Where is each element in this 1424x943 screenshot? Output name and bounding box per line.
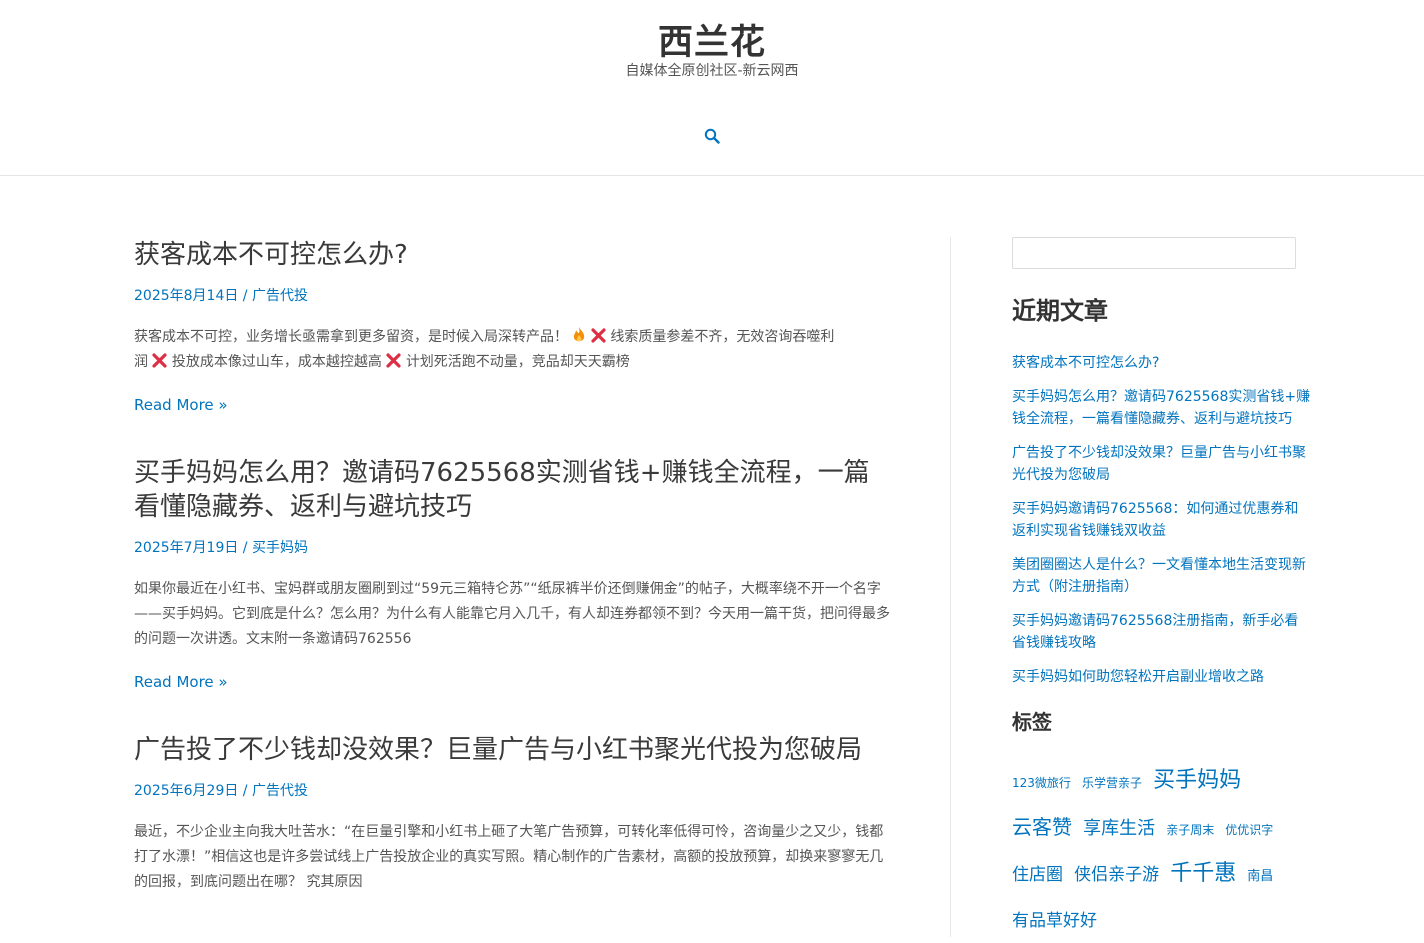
list-item: 广告投了不少钱却没效果？巨量广告与小红书聚光代投为您破局 [1012, 442, 1312, 486]
search-icon[interactable] [700, 124, 724, 148]
list-item: 买手妈妈邀请码7625568：如何通过优惠券和返利实现省钱赚钱双收益 [1012, 498, 1312, 542]
recent-post-link[interactable]: 买手妈妈如何助您轻松开启副业增收之路 [1012, 669, 1264, 685]
list-item: 美团圈圈达人是什么？一文看懂本地生活变现新方式（附注册指南） [1012, 554, 1312, 598]
post-excerpt: 如果你最近在小红书、宝妈群或朋友圈刷到过“59元三箱特仑苏”“纸尿裤半价还倒赚佣… [134, 581, 890, 647]
post-excerpt: 获客成本不可控，业务增长亟需拿到更多留资，是时候入局深转产品！ 线索质量参差不齐… [134, 325, 894, 375]
meta-separator: / [238, 540, 252, 556]
recent-post-link[interactable]: 买手妈妈邀请码7625568注册指南，新手必看省钱赚钱攻略 [1012, 613, 1298, 651]
post-category[interactable]: 广告代投 [252, 288, 308, 304]
meta-separator: / [238, 288, 252, 304]
list-item: 买手妈妈怎么用？邀请码7625568实测省钱+赚钱全流程，一篇看懂隐藏券、返利与… [1012, 386, 1312, 430]
excerpt-text: 获客成本不可控，业务增长亟需拿到更多留资，是时候入局深转产品！ [134, 329, 568, 345]
tags-title: 标签 [1012, 710, 1052, 734]
cross-icon [386, 353, 401, 370]
post-item: 买手妈妈怎么用？邀请码7625568实测省钱+赚钱全流程，一篇看懂隐藏券、返利与… [134, 456, 894, 691]
site-description: 自媒体全原创社区-新云网西 [625, 63, 799, 79]
sidebar: 近期文章 获客成本不可控怎么办? 买手妈妈怎么用？邀请码7625568实测省钱+… [1012, 237, 1312, 943]
post-date[interactable]: 2025年7月19日 [134, 540, 238, 556]
post-title[interactable]: 广告投了不少钱却没效果？巨量广告与小红书聚光代投为您破局 [134, 733, 894, 767]
recent-post-link[interactable]: 买手妈妈邀请码7625568：如何通过优惠券和返利实现省钱赚钱双收益 [1012, 501, 1298, 539]
tag-link[interactable]: 云客赞 [1012, 815, 1072, 839]
post-title[interactable]: 获客成本不可控怎么办? [134, 238, 894, 272]
post-excerpt: 最近，不少企业主向我大吐苦水：“在巨量引擎和小红书上砸了大笔广告预算，可转化率低… [134, 824, 884, 890]
recent-post-link[interactable]: 获客成本不可控怎么办? [1012, 355, 1159, 371]
tag-link[interactable]: 千千惠 [1170, 861, 1236, 886]
tag-link[interactable]: 有品草好好 [1012, 911, 1097, 931]
cross-icon [152, 353, 168, 370]
post-date[interactable]: 2025年6月29日 [134, 783, 238, 799]
recent-posts-title: 近期文章 [1012, 297, 1108, 325]
post-list: 获客成本不可控怎么办? 2025年8月14日 / 广告代投 获客成本不可控，业务… [134, 238, 894, 895]
site-header: 西兰花 自媒体全原创社区-新云网西 [0, 0, 1424, 176]
tag-link[interactable]: 亲子周末 [1166, 823, 1214, 837]
tag-link[interactable]: 优优识字 [1225, 823, 1273, 837]
tag-link[interactable]: 住店圈 [1012, 865, 1063, 885]
excerpt-text: 线索质量参差不齐，无效咨询吞噬利 [610, 329, 835, 345]
tag-link[interactable]: 买手妈妈 [1153, 768, 1241, 793]
excerpt-text: 投放成本像过山车，成本越控越高 [171, 354, 382, 370]
content-divider [950, 237, 951, 937]
post-item: 广告投了不少钱却没效果？巨量广告与小红书聚光代投为您破局 2025年6月29日 … [134, 733, 894, 895]
post-category[interactable]: 广告代投 [252, 783, 308, 799]
fire-icon [572, 327, 586, 345]
search-input[interactable] [1012, 237, 1296, 269]
tag-link[interactable]: 南昌 [1247, 869, 1273, 884]
list-item: 买手妈妈如何助您轻松开启副业增收之路 [1012, 666, 1312, 688]
tag-link[interactable]: 123微旅行 [1012, 776, 1071, 790]
excerpt-text: 计划死活跑不动量，竞品却天天霸榜 [405, 354, 630, 370]
recent-post-link[interactable]: 广告投了不少钱却没效果？巨量广告与小红书聚光代投为您破局 [1012, 445, 1306, 483]
meta-separator: / [238, 783, 252, 799]
post-title[interactable]: 买手妈妈怎么用？邀请码7625568实测省钱+赚钱全流程，一篇看懂隐藏券、返利与… [134, 456, 894, 524]
excerpt-text: 润 [134, 354, 148, 370]
post-meta: 2025年8月14日 / 广告代投 [134, 285, 894, 305]
read-more-link[interactable]: Read More » [134, 673, 228, 691]
site-title[interactable]: 西兰花 [0, 14, 1424, 65]
recent-post-link[interactable]: 买手妈妈怎么用？邀请码7625568实测省钱+赚钱全流程，一篇看懂隐藏券、返利与… [1012, 389, 1310, 427]
cross-icon [591, 328, 606, 345]
list-item: 获客成本不可控怎么办? [1012, 352, 1312, 374]
recent-post-link[interactable]: 美团圈圈达人是什么？一文看懂本地生活变现新方式（附注册指南） [1012, 557, 1306, 595]
tag-link[interactable]: 侠侣亲子游 [1074, 865, 1159, 885]
post-item: 获客成本不可控怎么办? 2025年8月14日 / 广告代投 获客成本不可控，业务… [134, 238, 894, 414]
tag-cloud: 123微旅行 乐学营亲子 买手妈妈 云客赞 享库生活 亲子周末 优优识字 住店圈… [1012, 759, 1312, 943]
post-meta: 2025年6月29日 / 广告代投 [134, 780, 894, 800]
recent-posts-list: 获客成本不可控怎么办? 买手妈妈怎么用？邀请码7625568实测省钱+赚钱全流程… [1012, 352, 1312, 688]
post-meta: 2025年7月19日 / 买手妈妈 [134, 537, 894, 557]
read-more-link[interactable]: Read More » [134, 396, 228, 414]
post-category[interactable]: 买手妈妈 [252, 540, 308, 556]
list-item: 买手妈妈邀请码7625568注册指南，新手必看省钱赚钱攻略 [1012, 610, 1312, 654]
post-date[interactable]: 2025年8月14日 [134, 288, 238, 304]
tag-link[interactable]: 享库生活 [1083, 818, 1155, 839]
tag-link[interactable]: 乐学营亲子 [1082, 776, 1142, 790]
